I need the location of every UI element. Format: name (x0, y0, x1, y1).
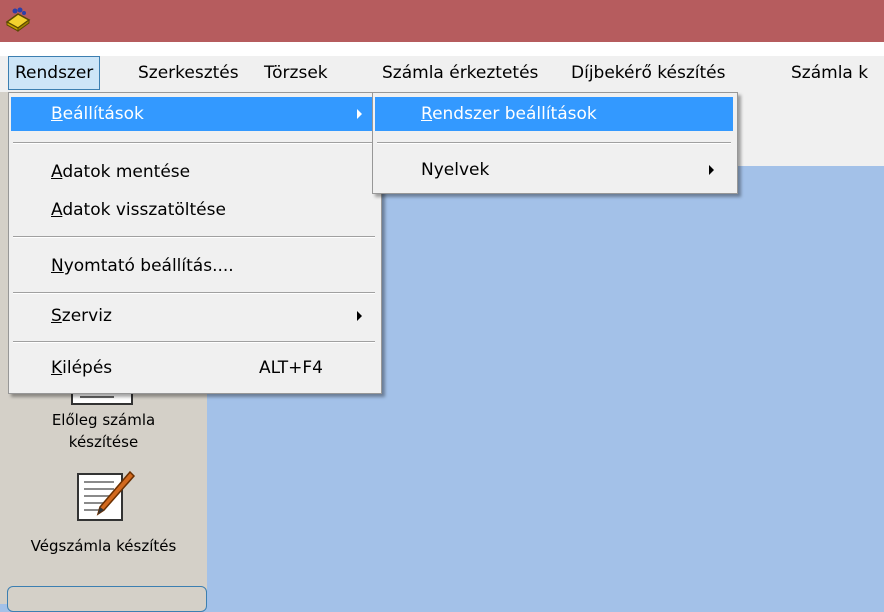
menu-separator (13, 142, 375, 144)
mnemonic-n: N (51, 256, 64, 276)
menu-item-kilepes[interactable]: Kilépés ALT+F4 (11, 351, 377, 385)
final-invoice-label[interactable]: Végszámla készítés (0, 536, 207, 556)
menu-item-beallitasok[interactable]: Beállítások (11, 97, 377, 131)
menu-dijbekero-keszites[interactable]: Díjbekérő készítés (565, 56, 731, 90)
menu-item-szerviz[interactable]: Szerviz (11, 299, 377, 333)
menu-item-adatok-visszatoltese-label: datok visszatöltése (62, 200, 226, 220)
mnemonic-b: B (51, 104, 63, 124)
menu-item-adatok-mentese[interactable]: Adatok mentése (11, 155, 377, 189)
shortcut-label: ALT+F4 (259, 358, 323, 378)
mnemonic-k: K (51, 358, 63, 378)
beallitasok-submenu: Rendszer beállítások Nyelvek (372, 92, 738, 194)
app-logo-icon (5, 7, 31, 32)
menu-szamla-k[interactable]: Számla k (785, 56, 874, 90)
menu-separator (13, 292, 375, 294)
menu-szamla-erkeztetes[interactable]: Számla érkeztetés (376, 56, 544, 90)
menu-torzsek[interactable]: Törzsek (258, 56, 334, 90)
menu-rendszer[interactable]: Rendszer (8, 56, 101, 90)
panel-group-box (7, 586, 207, 612)
menu-item-szerviz-label: zerviz (61, 306, 112, 326)
menu-separator (377, 142, 731, 144)
mnemonic-s: S (51, 306, 62, 326)
mnemonic-a: A (51, 162, 63, 182)
rendszer-dropdown: Beállítások Adatok mentése Adatok vissza… (8, 92, 382, 394)
mnemonic-r: R (421, 104, 433, 124)
menu-item-nyomtato-beallitas[interactable]: Nyomtató beállítás.... (11, 249, 377, 283)
menu-item-adatok-mentese-label: datok mentése (62, 162, 191, 182)
submenu-arrow-icon (709, 165, 714, 175)
menu-item-rendszer-beallitasok-label: endszer beállítások (432, 104, 597, 124)
submenu-arrow-icon (357, 311, 362, 321)
menu-item-nyomtato-label: yomtató beállítás.... (63, 256, 234, 276)
title-bar (0, 0, 884, 42)
menu-szerkesztes[interactable]: Szerkesztés (132, 56, 245, 90)
menu-separator (13, 341, 375, 343)
mnemonic-a: A (51, 200, 63, 220)
menu-item-nyelvek[interactable]: Nyelvek (375, 153, 733, 187)
menu-item-adatok-visszatoltese[interactable]: Adatok visszatöltése (11, 193, 377, 227)
menu-item-beallitasok-label: eállítások (62, 104, 144, 124)
menu-item-nyelvek-label: Nyelvek (421, 160, 490, 180)
menu-item-kilepes-label: ilépés (62, 358, 113, 378)
advance-invoice-label-line1[interactable]: Előleg számla (0, 410, 207, 430)
menubar-spacer (0, 42, 884, 56)
final-invoice-icon[interactable] (74, 470, 136, 524)
menu-item-rendszer-beallitasok[interactable]: Rendszer beállítások (375, 97, 733, 131)
menu-bar: Rendszer Szerkesztés Törzsek Számla érke… (0, 56, 884, 93)
submenu-arrow-icon (357, 109, 362, 119)
menu-separator (13, 236, 375, 238)
advance-invoice-label-line2[interactable]: készítése (0, 432, 207, 452)
